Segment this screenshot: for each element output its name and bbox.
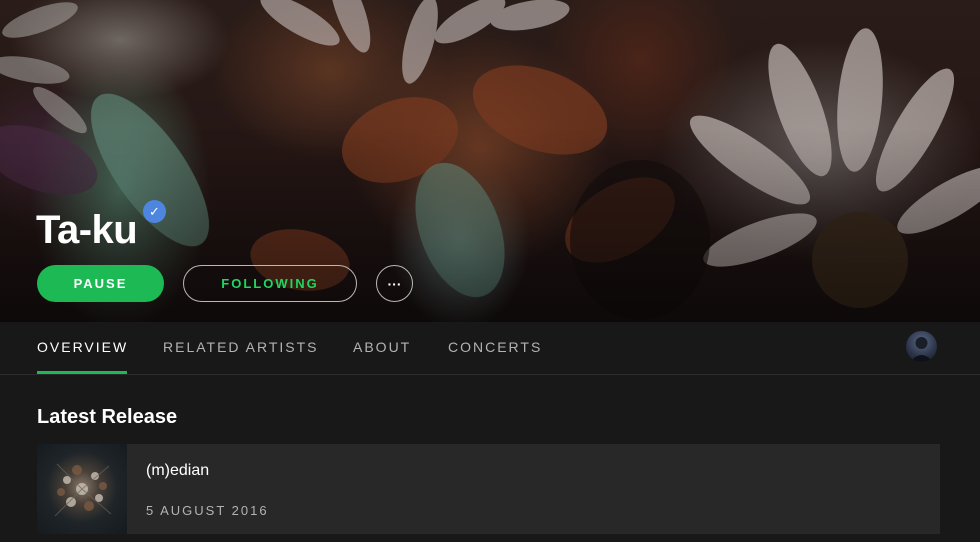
verified-check-icon: ✓ xyxy=(143,200,166,223)
tab-overview[interactable]: OVERVIEW xyxy=(37,339,128,355)
ellipsis-icon: ··· xyxy=(387,275,402,292)
tab-related-artists[interactable]: RELATED ARTISTS xyxy=(163,339,319,355)
latest-release-card[interactable]: (m)edian 5 AUGUST 2016 xyxy=(37,444,940,534)
avatar-image xyxy=(910,337,933,362)
latest-release-heading: Latest Release xyxy=(37,406,178,428)
tab-about[interactable]: ABOUT xyxy=(353,339,411,355)
active-tab-indicator xyxy=(37,371,127,374)
release-title[interactable]: (m)edian xyxy=(146,462,209,480)
more-options-button[interactable]: ··· xyxy=(376,265,413,302)
release-date: 5 AUGUST 2016 xyxy=(146,503,269,518)
artist-name: Ta-ku xyxy=(36,208,138,252)
tab-concerts[interactable]: CONCERTS xyxy=(448,339,542,355)
following-button[interactable]: FOLLOWING xyxy=(183,265,357,302)
album-cover[interactable] xyxy=(37,444,127,534)
artist-avatar[interactable] xyxy=(906,331,937,362)
album-cover-art xyxy=(54,463,112,517)
artist-tabs: OVERVIEW RELATED ARTISTS ABOUT CONCERTS xyxy=(0,322,980,375)
pause-button[interactable]: PAUSE xyxy=(37,265,164,302)
